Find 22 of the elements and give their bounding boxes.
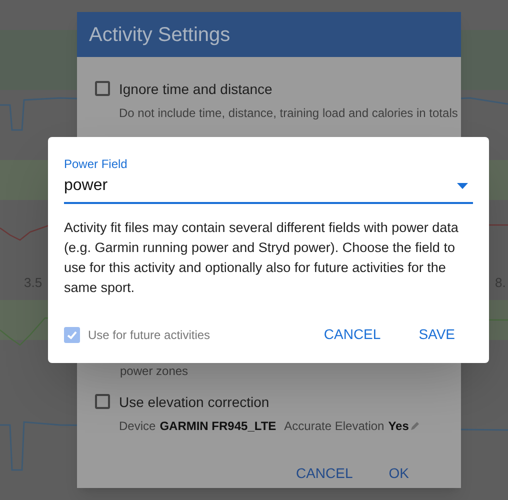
dialog-button[interactable]: CANCEL	[292, 459, 357, 488]
dialog-title: Activity Settings	[89, 22, 230, 48]
accuracy-value: Yes	[388, 418, 409, 435]
description-text: Activity fit files may contain several different fields with power data (e.g. Garmin running power and Stryd power). Choose the field to use for this activity and optionally also for future activities for the same sport.	[64, 219, 460, 297]
device-label: Device	[119, 418, 156, 435]
dialog-button[interactable]: SAVE	[414, 320, 459, 349]
option-label: Ignore time and distance	[119, 80, 274, 99]
dialog-button[interactable]: CANCEL	[320, 320, 385, 349]
checkmark-icon	[66, 328, 78, 340]
checkbox[interactable]	[95, 81, 110, 96]
pencil-icon[interactable]	[410, 421, 420, 431]
option-description: Do not include time, distance, training load and calories in totals	[119, 105, 458, 122]
caret-icon	[457, 183, 468, 189]
accuracy-label: Accurate Elevation	[284, 418, 384, 435]
device-name: GARMIN FR945_LTE	[160, 418, 276, 435]
checkbox[interactable]	[95, 394, 110, 409]
field-label: Power Field	[64, 156, 128, 173]
option-description: power zones	[120, 363, 190, 380]
option-label: Use elevation correction	[119, 393, 270, 412]
checkbox-label: Use for future activities	[88, 326, 210, 344]
power-field-select[interactable]: power	[64, 173, 473, 204]
dialog-button[interactable]: OK	[384, 459, 413, 488]
